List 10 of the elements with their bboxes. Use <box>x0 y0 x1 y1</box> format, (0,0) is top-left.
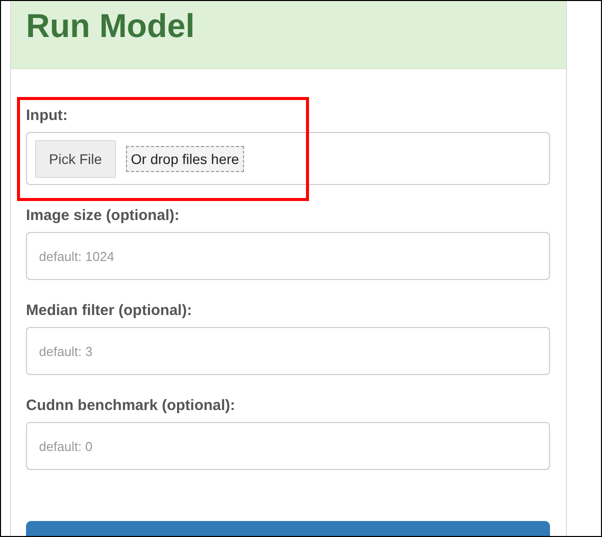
input-field[interactable]: default: 1024 <box>26 232 550 280</box>
pick-file-button[interactable]: Pick File <box>35 140 116 178</box>
page-title: Run Model <box>26 7 195 45</box>
drop-zone[interactable]: Or drop files here <box>126 146 244 172</box>
field-label: Median filter (optional): <box>26 302 193 319</box>
input-field[interactable]: default: 3 <box>26 327 550 375</box>
field-label: Image size (optional): <box>26 207 180 224</box>
input-field[interactable]: default: 0 <box>26 422 550 470</box>
field-label: Input: <box>26 107 69 124</box>
field-label: Cudnn benchmark (optional): <box>26 397 236 414</box>
